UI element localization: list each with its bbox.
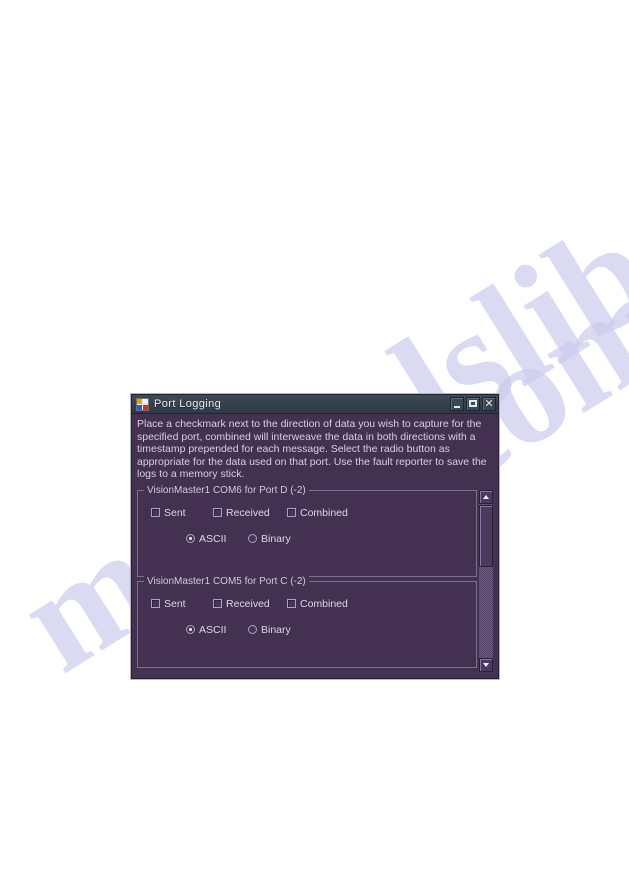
checkbox-combined[interactable]: Combined xyxy=(287,507,348,519)
close-button[interactable]: ✕ xyxy=(482,397,496,411)
format-radio-row: ASCII Binary xyxy=(186,533,470,545)
port-group-0: VisionMaster1 COM6 for Port D (-2) Sent … xyxy=(137,484,477,577)
port-list-scroll-area: VisionMaster1 COM6 for Port D (-2) Sent … xyxy=(137,484,493,672)
scroll-down-arrow-icon[interactable] xyxy=(479,657,493,672)
checkbox-sent[interactable]: Sent xyxy=(151,507,213,519)
scroll-up-arrow-icon[interactable] xyxy=(479,489,493,504)
checkbox-combined-box[interactable] xyxy=(287,508,296,517)
format-radio-row: ASCII Binary xyxy=(186,624,470,636)
port-group-1: VisionMaster1 COM5 for Port C (-2) Sent … xyxy=(137,575,477,668)
checkbox-combined-box[interactable] xyxy=(287,599,296,608)
radio-binary[interactable]: Binary xyxy=(248,533,291,545)
window-controls: ✕ xyxy=(450,397,496,411)
checkbox-sent-box[interactable] xyxy=(151,599,160,608)
checkbox-sent-box[interactable] xyxy=(151,508,160,517)
radio-binary-label: Binary xyxy=(261,623,291,636)
checkbox-received[interactable]: Received xyxy=(213,598,287,610)
radio-binary-dot[interactable] xyxy=(248,625,257,634)
radio-ascii-label: ASCII xyxy=(199,532,227,545)
direction-checkbox-row: Sent Received Combined xyxy=(151,598,470,610)
scanned-page: manualslib e.com Port Logging ✕ Place a … xyxy=(0,0,629,893)
port-logging-window: Port Logging ✕ Place a checkmark next to… xyxy=(131,394,499,679)
maximize-button[interactable] xyxy=(466,397,480,411)
radio-binary[interactable]: Binary xyxy=(248,624,291,636)
checkbox-combined[interactable]: Combined xyxy=(287,598,348,610)
window-title: Port Logging xyxy=(154,398,222,410)
radio-ascii-dot[interactable] xyxy=(186,534,195,543)
checkbox-sent-label: Sent xyxy=(164,597,186,610)
checkbox-received-label: Received xyxy=(226,506,270,519)
checkbox-received-label: Received xyxy=(226,597,270,610)
checkbox-received[interactable]: Received xyxy=(213,507,287,519)
direction-checkbox-row: Sent Received Combined xyxy=(151,507,470,519)
checkbox-received-box[interactable] xyxy=(213,599,222,608)
radio-binary-dot[interactable] xyxy=(248,534,257,543)
checkbox-received-box[interactable] xyxy=(213,508,222,517)
checkbox-sent[interactable]: Sent xyxy=(151,598,213,610)
vertical-scrollbar[interactable] xyxy=(479,489,493,672)
port-group-title: VisionMaster1 COM5 for Port C (-2) xyxy=(144,575,309,587)
port-group-title: VisionMaster1 COM6 for Port D (-2) xyxy=(144,484,309,496)
radio-ascii[interactable]: ASCII xyxy=(186,533,248,545)
window-titlebar[interactable]: Port Logging ✕ xyxy=(132,395,498,414)
radio-ascii-label: ASCII xyxy=(199,623,227,636)
port-list: VisionMaster1 COM6 for Port D (-2) Sent … xyxy=(137,484,477,672)
checkbox-sent-label: Sent xyxy=(164,506,186,519)
radio-binary-label: Binary xyxy=(261,532,291,545)
radio-ascii[interactable]: ASCII xyxy=(186,624,248,636)
checkbox-combined-label: Combined xyxy=(300,506,348,519)
instructions-text: Place a checkmark next to the direction … xyxy=(137,418,487,480)
minimize-button[interactable] xyxy=(450,397,464,411)
close-icon: ✕ xyxy=(484,397,494,410)
application-icon xyxy=(136,397,149,411)
radio-ascii-dot[interactable] xyxy=(186,625,195,634)
window-client-area: Place a checkmark next to the direction … xyxy=(132,414,498,678)
scrollbar-thumb[interactable] xyxy=(479,504,493,567)
checkbox-combined-label: Combined xyxy=(300,597,348,610)
